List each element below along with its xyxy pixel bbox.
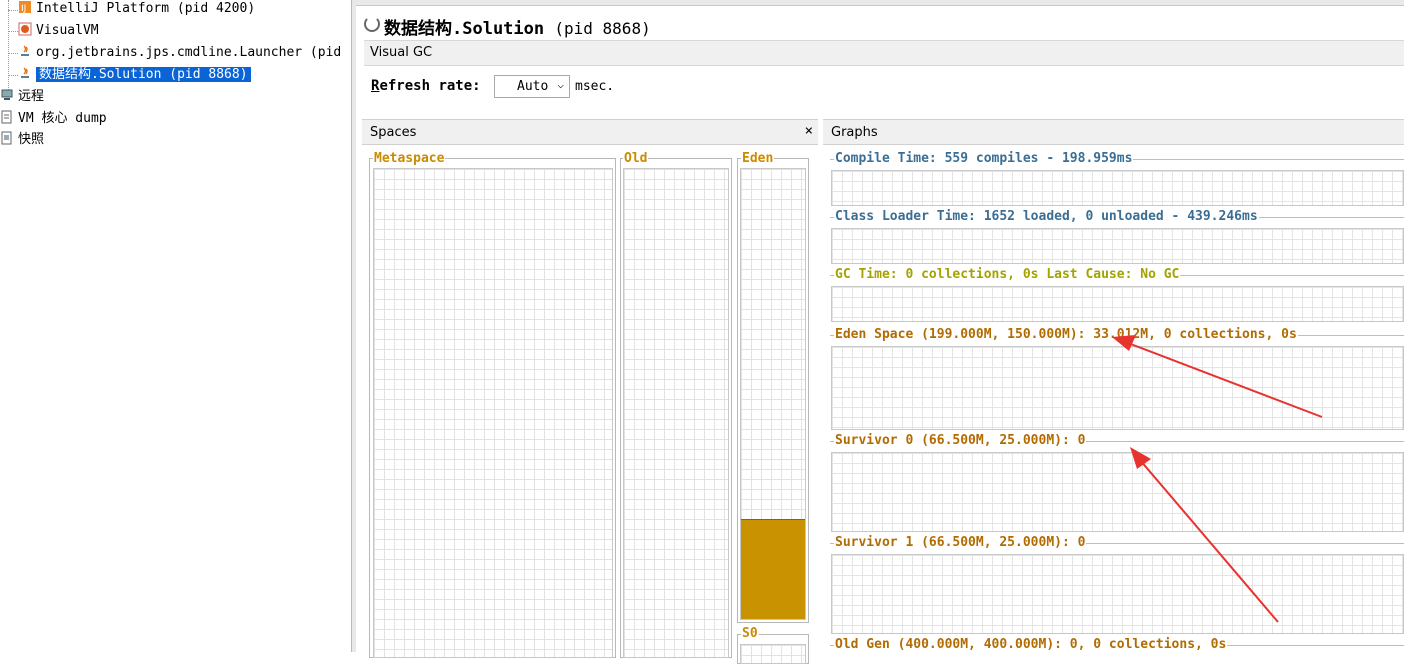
class-loader-label: Class Loader Time: 1652 loaded, 0 unload… bbox=[834, 209, 1259, 224]
class-loader-graph bbox=[831, 228, 1404, 264]
tree-group-core-dump[interactable]: VM 核心 dump bbox=[0, 109, 107, 129]
refresh-rate-select[interactable]: Auto ⌵ bbox=[494, 75, 570, 98]
old-label: Old bbox=[623, 151, 649, 166]
tree-item-label: 数据结构.Solution (pid 8868) bbox=[36, 67, 251, 82]
tree-group-label: 快照 bbox=[18, 132, 45, 147]
graphs-panel-header: Graphs bbox=[823, 119, 1404, 145]
metaspace-label: Metaspace bbox=[373, 151, 446, 166]
eden-grid bbox=[740, 168, 806, 620]
page-title: 数据结构.Solution (pid 8868) bbox=[384, 14, 651, 39]
graphs-title: Graphs bbox=[831, 125, 878, 140]
survivor0-label: Survivor 0 (66.500M, 25.000M): 0 bbox=[834, 433, 1087, 448]
app-pid: (pid 8868) bbox=[554, 19, 651, 38]
tree-item-solution[interactable]: 数据结构.Solution (pid 8868) bbox=[18, 65, 251, 85]
close-icon[interactable]: × bbox=[805, 123, 813, 139]
tree-item-visualvm[interactable]: VisualVM bbox=[18, 21, 99, 41]
gc-time-graph bbox=[831, 286, 1404, 322]
tree-item-label: IntelliJ Platform (pid 4200) bbox=[36, 1, 256, 16]
loading-spinner-icon bbox=[364, 16, 380, 32]
refresh-rate-label: Refresh rate: bbox=[371, 78, 481, 94]
compile-time-label: Compile Time: 559 compiles - 198.959ms bbox=[834, 151, 1134, 166]
tab-strip[interactable] bbox=[356, 0, 1404, 6]
refresh-rate-value: Auto bbox=[517, 79, 549, 94]
main-panel: 数据结构.Solution (pid 8868) Visual GC Refre… bbox=[356, 0, 1404, 664]
gc-time-label: GC Time: 0 collections, 0s Last Cause: N… bbox=[834, 267, 1181, 282]
applications-tree: IJ IntelliJ Platform (pid 4200) VisualVM… bbox=[0, 0, 351, 652]
core-dump-icon bbox=[0, 110, 14, 124]
chevron-down-icon: ⌵ bbox=[557, 78, 564, 91]
old-gen-label: Old Gen (400.000M, 400.000M): 0, 0 colle… bbox=[834, 637, 1228, 652]
tree-item-label: VisualVM bbox=[36, 23, 99, 38]
tab-label: Visual GC bbox=[370, 45, 433, 60]
s0-grid bbox=[740, 644, 806, 664]
tree-group-snapshots[interactable]: 快照 bbox=[0, 130, 44, 150]
eden-space-graph bbox=[831, 346, 1404, 430]
spaces-panel-header: Spaces × bbox=[362, 119, 818, 145]
tree-group-remote[interactable]: 远程 bbox=[0, 87, 44, 107]
tab-visual-gc[interactable]: Visual GC bbox=[364, 40, 1404, 66]
tree-item-label: org.jetbrains.jps.cmdline.Launcher (pid bbox=[36, 45, 342, 60]
old-grid bbox=[623, 168, 729, 658]
eden-space-label: Eden Space (199.000M, 150.000M): 33.012M… bbox=[834, 327, 1298, 342]
tree-group-label: 远程 bbox=[18, 89, 45, 104]
app-title-text: 数据结构.Solution bbox=[384, 19, 545, 39]
tree-item-launcher[interactable]: org.jetbrains.jps.cmdline.Launcher (pid bbox=[18, 43, 341, 63]
visualvm-icon bbox=[18, 22, 32, 36]
java-icon bbox=[18, 44, 32, 58]
survivor1-graph bbox=[831, 554, 1404, 634]
metaspace-grid bbox=[373, 168, 613, 658]
svg-text:IJ: IJ bbox=[21, 4, 26, 14]
remote-host-icon bbox=[0, 88, 14, 102]
survivor1-label: Survivor 1 (66.500M, 25.000M): 0 bbox=[834, 535, 1087, 550]
refresh-unit: msec. bbox=[575, 79, 615, 94]
tree-item-intellij[interactable]: IJ IntelliJ Platform (pid 4200) bbox=[18, 0, 255, 19]
s0-label: S0 bbox=[741, 626, 759, 641]
compile-time-graph bbox=[831, 170, 1404, 206]
refresh-label-text: efresh rate: bbox=[379, 78, 481, 94]
eden-usage-bar bbox=[741, 519, 805, 619]
survivor0-graph bbox=[831, 452, 1404, 532]
java-icon bbox=[18, 66, 32, 80]
tree-group-label: VM 核心 dump bbox=[18, 111, 107, 126]
eden-label: Eden bbox=[741, 151, 775, 166]
snapshot-icon bbox=[0, 131, 14, 145]
intellij-icon: IJ bbox=[18, 0, 32, 14]
spaces-title: Spaces bbox=[370, 125, 417, 140]
